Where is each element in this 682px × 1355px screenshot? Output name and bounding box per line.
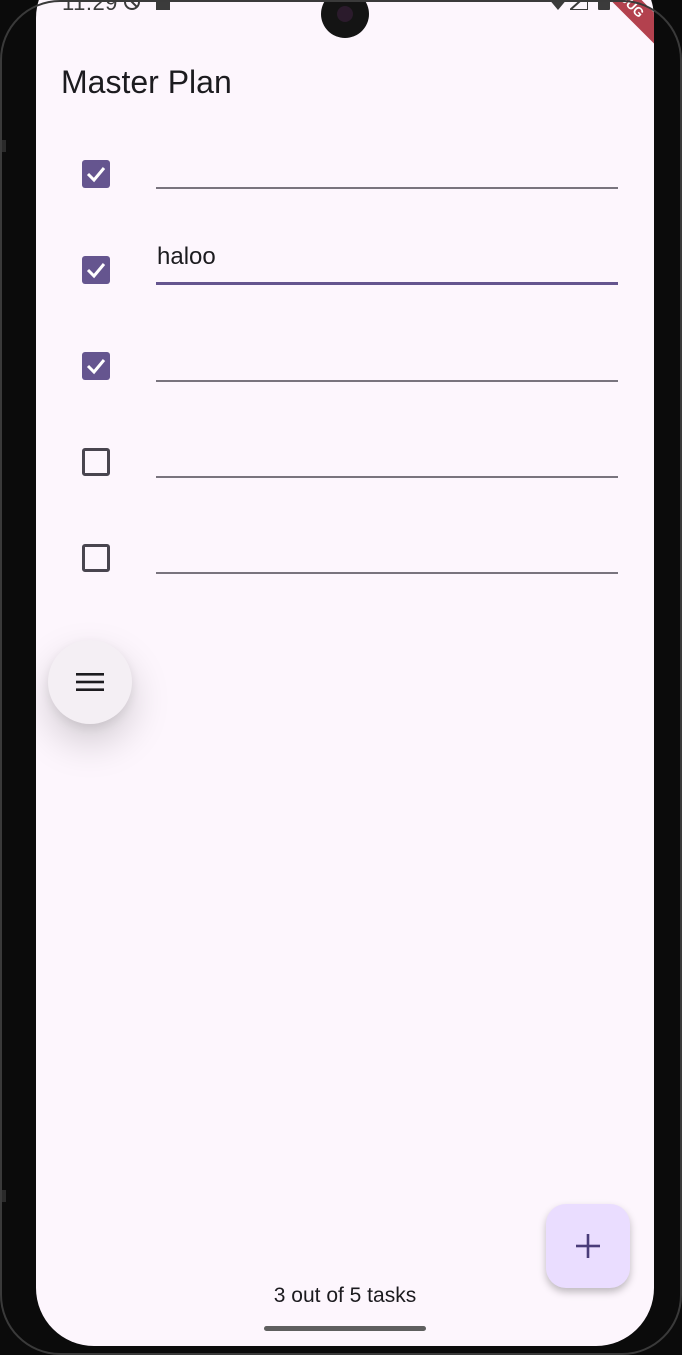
task-checkbox[interactable]	[82, 256, 110, 284]
phone-frame: 11:29 DEBUG Master Plan	[0, 0, 682, 1355]
task-description-input[interactable]	[156, 140, 618, 189]
app-screen: 11:29 DEBUG Master Plan	[36, 0, 654, 1346]
battery-icon	[598, 0, 610, 15]
task-checkbox[interactable]	[82, 160, 110, 188]
task-row	[36, 236, 654, 332]
sd-card-icon	[156, 0, 170, 15]
add-icon	[576, 1234, 600, 1258]
task-checkbox[interactable]	[82, 544, 110, 572]
task-row	[36, 140, 654, 236]
task-row	[36, 332, 654, 428]
task-description-input[interactable]	[156, 332, 618, 382]
task-progress-text: 3 out of 5 tasks	[273, 1284, 417, 1307]
check-icon	[86, 167, 106, 183]
task-row	[36, 428, 654, 524]
check-icon	[86, 263, 106, 279]
task-checkbox[interactable]	[82, 352, 110, 380]
task-checkbox[interactable]	[82, 448, 110, 476]
front-camera	[321, 0, 369, 38]
check-icon	[86, 359, 106, 375]
signal-icon	[567, 0, 589, 15]
add-task-button[interactable]	[546, 1204, 630, 1288]
menu-button[interactable]	[48, 640, 132, 724]
menu-icon	[76, 673, 104, 691]
phone-side-button	[0, 140, 6, 152]
home-indicator[interactable]	[264, 1326, 426, 1331]
status-time: 11:29	[62, 0, 118, 15]
no-disturb-icon	[122, 0, 142, 17]
debug-banner: DEBUG	[578, 0, 654, 46]
task-row	[36, 524, 654, 620]
page-title: Master Plan	[61, 64, 232, 100]
phone-side-button	[0, 1190, 6, 1202]
wifi-icon	[548, 0, 568, 15]
task-description-input[interactable]	[156, 236, 618, 285]
task-description-input[interactable]	[156, 428, 618, 478]
task-description-input[interactable]	[156, 524, 618, 574]
